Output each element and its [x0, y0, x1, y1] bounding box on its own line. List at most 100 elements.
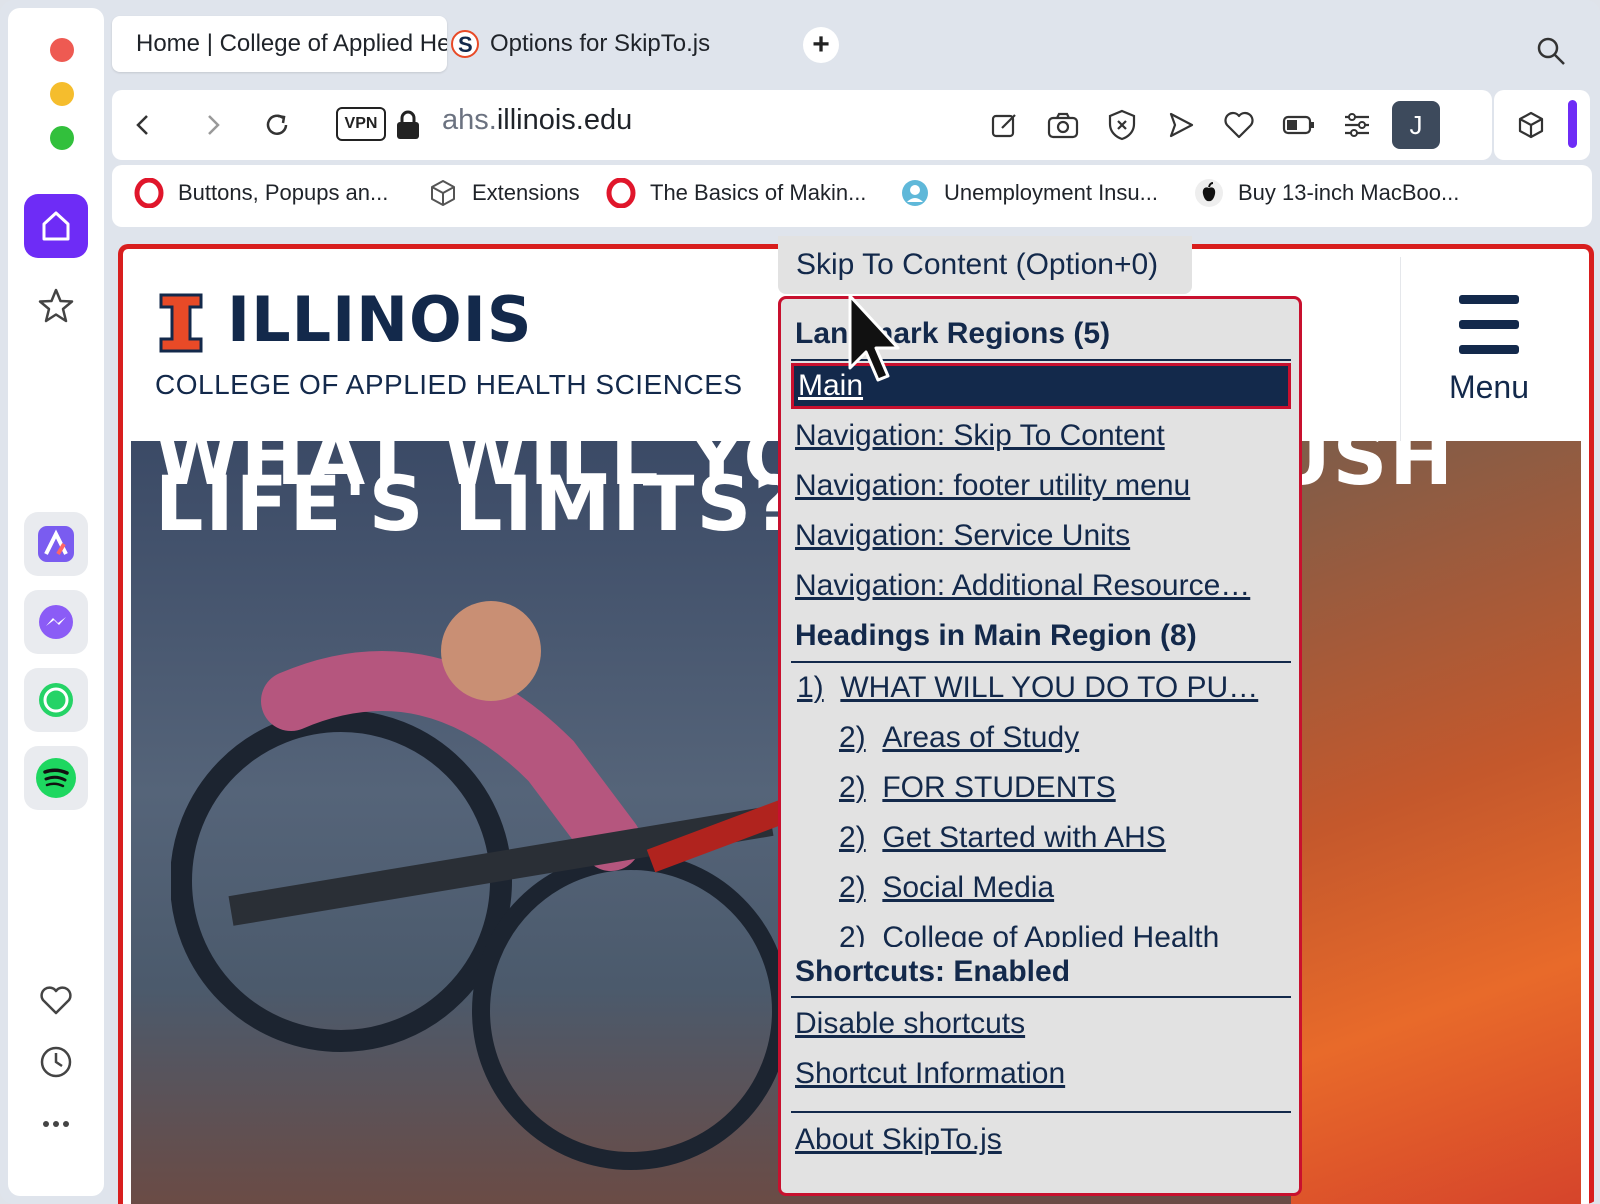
snapshot-edit-button[interactable] [988, 108, 1022, 142]
cube-icon [431, 180, 455, 206]
heading-item[interactable]: 1) WHAT WILL YOU DO TO PU… [797, 671, 1258, 705]
heading-level: 1) [797, 671, 824, 704]
college-name[interactable]: COLLEGE OF APPLIED HEALTH SCIENCES [155, 369, 743, 401]
extensions-button[interactable] [1514, 108, 1548, 142]
landmark-label: Navigation: footer utility menu [795, 469, 1191, 502]
profile-avatar[interactable]: J [1392, 101, 1440, 149]
skip-to-content-button[interactable]: Skip To Content (Option+0) [778, 236, 1192, 294]
edit-share-icon [991, 114, 1016, 138]
battery-icon [1282, 115, 1314, 135]
tab-skipto-options[interactable]: S Options for SkipTo.js [450, 16, 710, 72]
reload-button[interactable] [260, 108, 294, 142]
person-icon [902, 180, 928, 206]
bookmark-item[interactable]: The Basics of Makin... [606, 178, 866, 208]
bookmark-label: Extensions [472, 180, 580, 205]
heading-text: Get Started with AHS [882, 821, 1166, 854]
skipto-menu: Landmark Regions (5) Main Navigation: Sk… [778, 296, 1302, 1196]
landmark-item[interactable]: Navigation: footer utility menu [795, 469, 1190, 503]
heart-icon [1224, 111, 1254, 139]
illinois-wordmark[interactable]: ILLINOIS [227, 283, 532, 356]
svg-text:S: S [458, 32, 473, 57]
hero-headline-line2: LIFE'S LIMITS? [155, 459, 800, 548]
browser-window: Home | College of Applied Health Science… [0, 0, 1600, 1204]
bookmark-label: Buy 13-inch MacBoo... [1238, 180, 1460, 205]
heading-item[interactable]: 2) Areas of Study [839, 721, 1079, 755]
landmark-label: Navigation: Service Units [795, 519, 1131, 552]
mouse-cursor-icon [848, 294, 900, 382]
landmark-item[interactable]: Navigation: Additional Resource… [795, 569, 1250, 603]
bookmark-item[interactable]: Buy 13-inch MacBoo... [1194, 178, 1459, 208]
chevron-right-icon [208, 115, 220, 135]
bookmark-item[interactable]: Extensions [428, 178, 580, 208]
divider [791, 1111, 1291, 1113]
sidebar-history[interactable] [36, 1042, 76, 1082]
adblock-button[interactable] [1105, 108, 1139, 142]
hamburger-icon [1459, 295, 1519, 370]
divider [791, 661, 1291, 663]
camera-icon [1047, 112, 1079, 139]
heading-item[interactable]: 2) College of Applied Health [839, 921, 1219, 947]
whatsapp-icon [39, 683, 73, 717]
landmark-item[interactable]: Navigation: Skip To Content [795, 419, 1165, 453]
forward-button[interactable] [196, 108, 230, 142]
send-button[interactable] [1164, 108, 1198, 142]
tab-title: Home | College of Applied Health Science… [136, 30, 447, 57]
address-bar: VPN ahs.illinois.edu J [112, 90, 1492, 160]
spotify-icon [36, 758, 76, 798]
camera-button[interactable] [1046, 108, 1080, 142]
sidebar-toggle-bar[interactable] [1568, 100, 1577, 148]
clock-icon [40, 1046, 72, 1078]
heading-text: Areas of Study [882, 721, 1080, 754]
hero-image-right [1291, 441, 1581, 1204]
illinois-block-i-logo[interactable] [159, 293, 203, 353]
search-tabs-icon[interactable] [1535, 35, 1567, 67]
heading-level: 2) [839, 821, 866, 854]
my-flow-button[interactable] [1222, 108, 1256, 142]
opera-icon [606, 178, 636, 208]
new-tab-button[interactable]: + [803, 27, 839, 63]
landmark-item[interactable]: Navigation: Service Units [795, 519, 1130, 553]
sidebar-app-aria[interactable] [24, 512, 88, 576]
speed-dial-button[interactable] [36, 286, 76, 326]
shield-x-icon [1108, 109, 1136, 141]
opera-icon [134, 178, 164, 208]
sidebar-app-messenger[interactable] [24, 590, 88, 654]
back-button[interactable] [126, 108, 160, 142]
star-icon [38, 288, 74, 323]
disable-shortcuts-item[interactable]: Disable shortcuts [795, 1007, 1025, 1041]
heading-item[interactable]: 2) Get Started with AHS [839, 821, 1166, 855]
sidebar-favorites[interactable] [36, 980, 76, 1020]
heading-text: College of Applied Health [882, 921, 1220, 947]
heading-text: Social Media [882, 871, 1055, 904]
wheelchair-athlete-image [171, 601, 811, 1170]
easy-setup-button[interactable] [1340, 108, 1374, 142]
url-field[interactable]: ahs.illinois.edu [442, 104, 632, 137]
battery-saver-button[interactable] [1282, 108, 1316, 142]
heading-item[interactable]: 2) FOR STUDENTS [839, 771, 1116, 805]
landmark-label: Navigation: Skip To Content [795, 419, 1165, 452]
plus-icon: + [812, 28, 830, 61]
shortcut-information-item[interactable]: Shortcut Information [795, 1057, 1065, 1091]
url-subdomain: ahs. [442, 104, 497, 136]
minimize-window-button[interactable] [50, 82, 74, 106]
lock-icon[interactable] [394, 109, 422, 141]
sidebar-app-whatsapp[interactable] [24, 668, 88, 732]
close-window-button[interactable] [50, 38, 74, 62]
maximize-window-button[interactable] [50, 126, 74, 150]
about-skipto-item[interactable]: About SkipTo.js [795, 1123, 1002, 1157]
sidebar-more[interactable] [36, 1104, 76, 1144]
bookmark-item[interactable]: Buttons, Popups an... [134, 178, 388, 208]
menu-item-label: Shortcut Information [795, 1057, 1066, 1090]
home-button[interactable] [24, 194, 88, 258]
tab-ahs-home[interactable]: Home | College of Applied Health Science… [112, 16, 447, 72]
heading-item[interactable]: 2) Social Media [839, 871, 1054, 905]
menu-item-label: Disable shortcuts [795, 1007, 1026, 1040]
vpn-badge[interactable]: VPN [336, 107, 386, 141]
reload-icon [266, 114, 288, 135]
bookmark-label: Unemployment Insu... [944, 180, 1158, 205]
sidebar-app-spotify[interactable] [24, 746, 88, 810]
url-domain: illinois.edu [496, 104, 633, 136]
site-menu-button[interactable]: Menu [1400, 257, 1577, 441]
bookmark-item[interactable]: Unemployment Insu... [900, 178, 1158, 208]
bookmark-label: The Basics of Makin... [650, 180, 867, 205]
